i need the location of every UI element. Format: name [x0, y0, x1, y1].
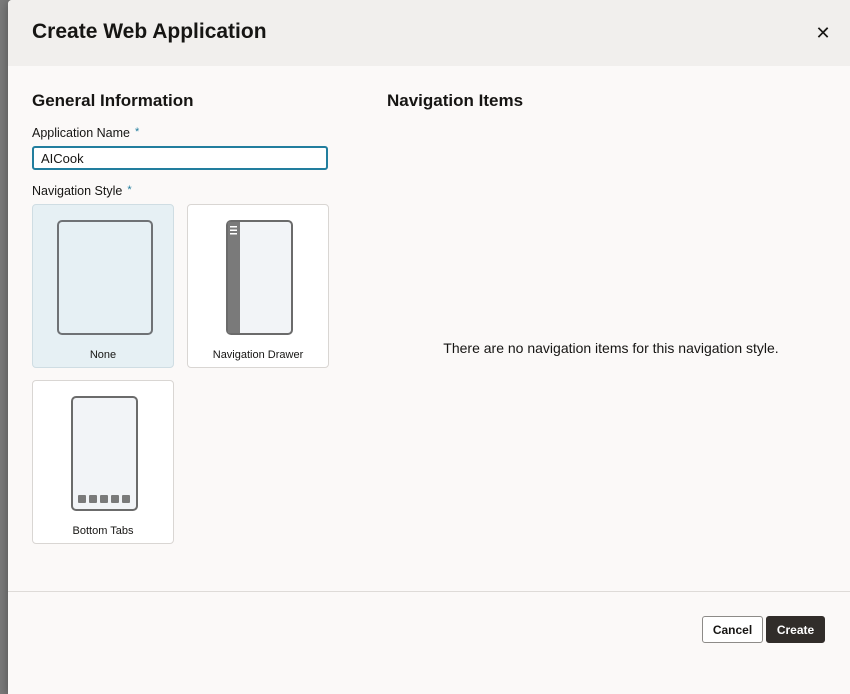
device-preview-bottom-tabs	[71, 396, 138, 511]
application-name-label: Application Name *	[32, 126, 139, 140]
tab-icon	[111, 495, 119, 503]
footer-divider	[8, 591, 850, 592]
required-marker: *	[134, 126, 140, 138]
nav-style-card-label: None	[89, 349, 117, 361]
application-name-input[interactable]	[32, 146, 328, 170]
dialog-header: Create Web Application ✕	[8, 0, 850, 66]
hamburger-menu-icon	[230, 226, 237, 235]
close-button[interactable]: ✕	[810, 20, 836, 46]
empty-navigation-message: There are no navigation items for this n…	[443, 340, 779, 356]
drawer-panel	[228, 222, 240, 333]
dialog-title: Create Web Application	[32, 20, 267, 43]
cancel-button[interactable]: Cancel	[702, 616, 763, 643]
device-preview-none	[57, 220, 153, 335]
tab-icon	[100, 495, 108, 503]
create-button[interactable]: Create	[766, 616, 825, 643]
create-web-application-dialog: Create Web Application ✕ General Informa…	[8, 0, 850, 694]
nav-style-card-none[interactable]: None	[32, 204, 174, 368]
close-icon: ✕	[815, 23, 831, 43]
navigation-items-heading: Navigation Items	[387, 91, 524, 110]
navigation-style-label: Navigation Style *	[32, 184, 132, 198]
application-name-label-text: Application Name	[32, 126, 130, 140]
device-preview-drawer	[226, 220, 293, 335]
tab-icon	[78, 495, 86, 503]
tab-icon	[122, 495, 130, 503]
bottom-tab-bar	[78, 495, 133, 503]
nav-style-card-navigation-drawer[interactable]: Navigation Drawer	[187, 204, 329, 368]
nav-style-card-label: Bottom Tabs	[72, 525, 134, 537]
navigation-style-label-text: Navigation Style	[32, 184, 123, 198]
required-marker: *	[127, 184, 132, 196]
nav-style-card-label: Navigation Drawer	[212, 349, 304, 361]
general-information-heading: General Information	[32, 91, 194, 110]
nav-style-card-bottom-tabs[interactable]: Bottom Tabs	[32, 380, 174, 544]
tab-icon	[89, 495, 97, 503]
